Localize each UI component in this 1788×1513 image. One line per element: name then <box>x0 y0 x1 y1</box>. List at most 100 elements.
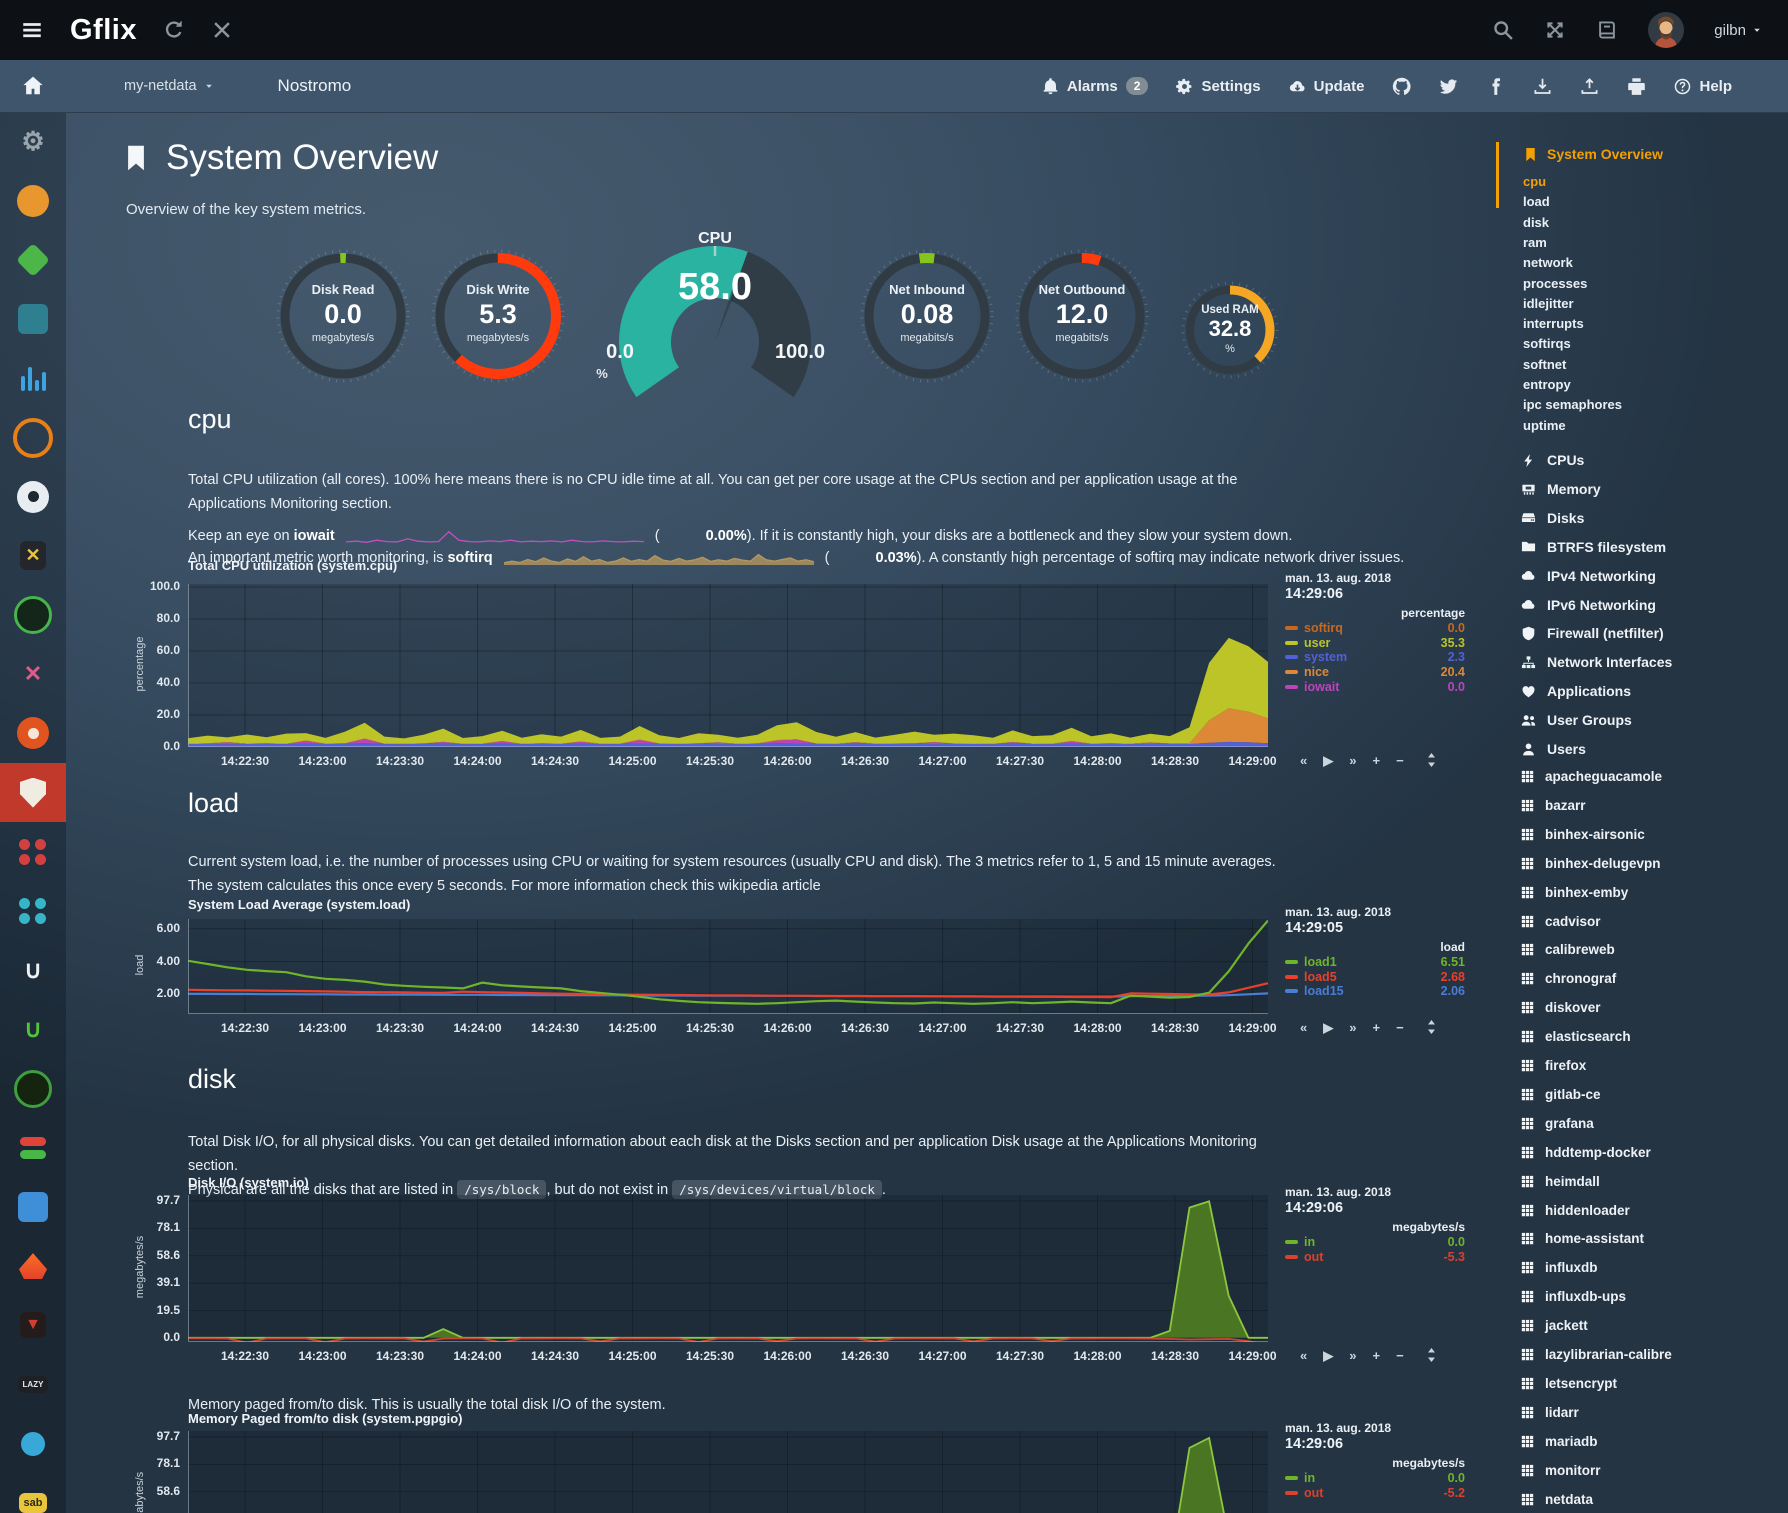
menu-app-gitlab-ce[interactable]: gitlab-ce <box>1521 1087 1601 1102</box>
menu-app-hddtemp-docker[interactable]: hddtemp-docker <box>1521 1145 1651 1160</box>
menu-app-apacheguacamole[interactable]: apacheguacamole <box>1521 769 1662 784</box>
app-blue-tile-icon[interactable] <box>0 1177 66 1236</box>
play-button[interactable]: ▶ <box>1323 754 1333 768</box>
refresh-icon[interactable] <box>163 19 185 41</box>
legend-entry-out[interactable]: out-5.3 <box>1285 1250 1465 1265</box>
menu-section-user-groups[interactable]: User Groups <box>1521 712 1632 728</box>
zoom-in-button[interactable]: + <box>1372 1349 1380 1363</box>
facebook-icon[interactable] <box>1486 77 1505 96</box>
menu-section-network-interfaces[interactable]: Network Interfaces <box>1521 654 1672 670</box>
app-white-u-icon[interactable]: ∪ <box>0 941 66 1000</box>
menu-app-home-assistant[interactable]: home-assistant <box>1521 1231 1644 1246</box>
twitter-icon[interactable] <box>1439 77 1458 96</box>
zoom-out-button[interactable]: − <box>1396 1021 1404 1035</box>
pgpgio-chart-plot[interactable] <box>188 1431 1268 1513</box>
app-teal-box-icon[interactable] <box>0 290 66 349</box>
play-button[interactable]: ▶ <box>1323 1021 1333 1035</box>
menu-app-jackett[interactable]: jackett <box>1521 1318 1588 1333</box>
app-lazy-badge-icon[interactable]: LAZY <box>0 1355 66 1414</box>
menu-app-lidarr[interactable]: lidarr <box>1521 1405 1579 1420</box>
legend-entry-out[interactable]: out-5.2 <box>1285 1486 1465 1501</box>
menu-app-diskover[interactable]: diskover <box>1521 1000 1601 1015</box>
app-pink-x-icon[interactable]: ✕ <box>0 645 66 704</box>
legend-entry-in[interactable]: in0.0 <box>1285 1235 1465 1250</box>
legend-entry-load15[interactable]: load152.06 <box>1285 984 1465 999</box>
help-button[interactable]: Help <box>1674 78 1732 95</box>
menu-app-mariadb[interactable]: mariadb <box>1521 1434 1598 1449</box>
hamburger-icon[interactable] <box>20 20 44 40</box>
alarms-button[interactable]: Alarms2 <box>1042 77 1149 95</box>
legend-entry-system[interactable]: system2.3 <box>1285 650 1465 665</box>
gauge-disk-read[interactable]: Disk Read0.0megabytes/s <box>263 236 423 396</box>
legend-entry-in[interactable]: in0.0 <box>1285 1471 1465 1486</box>
home-icon[interactable] <box>22 75 44 97</box>
legend-entry-iowait[interactable]: iowait0.0 <box>1285 679 1465 694</box>
menu-app-firefox[interactable]: firefox <box>1521 1058 1586 1073</box>
skip-forward-button[interactable]: » <box>1349 754 1356 768</box>
skip-back-button[interactable]: « <box>1300 1021 1307 1035</box>
gauge-net-inbound[interactable]: Net Inbound0.08megabits/s <box>847 236 1007 396</box>
gauge-used-ram[interactable]: Used RAM32.8% <box>1170 270 1290 390</box>
chart-resize-handle[interactable] <box>1427 753 1436 772</box>
zoom-out-button[interactable]: − <box>1396 754 1404 768</box>
app-orange-circle-icon[interactable] <box>0 171 66 230</box>
app-red-dots-icon[interactable] <box>0 822 66 881</box>
app-teal-dots-icon[interactable] <box>0 881 66 940</box>
menu-app-cadvisor[interactable]: cadvisor <box>1521 914 1601 929</box>
app-pills-icon[interactable] <box>0 1118 66 1177</box>
app-green-u-icon[interactable]: ∪ <box>0 1000 66 1059</box>
menu-app-binhex-emby[interactable]: binhex-emby <box>1521 885 1628 900</box>
zoom-in-button[interactable]: + <box>1372 1021 1380 1035</box>
skip-back-button[interactable]: « <box>1300 754 1307 768</box>
skip-back-button[interactable]: « <box>1300 1349 1307 1363</box>
legend-entry-nice[interactable]: nice20.4 <box>1285 665 1465 680</box>
menu-item-interrupts[interactable]: interrupts <box>1523 316 1584 331</box>
menu-app-monitorr[interactable]: monitorr <box>1521 1463 1601 1478</box>
menu-item-idlejitter[interactable]: idlejitter <box>1523 296 1574 311</box>
gauge-disk-write[interactable]: Disk Write5.3megabytes/s <box>418 236 578 396</box>
menu-app-influxdb-ups[interactable]: influxdb-ups <box>1521 1289 1626 1304</box>
menu-section-firewall-netfilter-[interactable]: Firewall (netfilter) <box>1521 625 1664 641</box>
legend-entry-user[interactable]: user35.3 <box>1285 636 1465 651</box>
menu-item-load[interactable]: load <box>1523 194 1550 209</box>
menu-item-entropy[interactable]: entropy <box>1523 377 1571 392</box>
chart-resize-handle[interactable] <box>1427 1020 1436 1039</box>
app-light-circle-icon[interactable] <box>0 467 66 526</box>
menu-app-lazylibrarian-calibre[interactable]: lazylibrarian-calibre <box>1521 1347 1672 1362</box>
menu-section-ipv6-networking[interactable]: IPv6 Networking <box>1521 597 1656 613</box>
app-blue-bars-icon[interactable] <box>0 349 66 408</box>
menu-app-calibreweb[interactable]: calibreweb <box>1521 942 1615 957</box>
changelog-icon[interactable] <box>1596 19 1618 41</box>
chart-resize-handle[interactable] <box>1427 1348 1436 1367</box>
skip-forward-button[interactable]: » <box>1349 1349 1356 1363</box>
skip-forward-button[interactable]: » <box>1349 1021 1356 1035</box>
menu-item-ram[interactable]: ram <box>1523 235 1547 250</box>
update-button[interactable]: Update <box>1289 78 1365 95</box>
menu-section-btrfs-filesystem[interactable]: BTRFS filesystem <box>1521 539 1666 555</box>
menu-app-binhex-delugevpn[interactable]: binhex-delugevpn <box>1521 856 1661 871</box>
load-chart-plot[interactable] <box>188 919 1268 1014</box>
app-blue-drop-icon[interactable] <box>0 1414 66 1473</box>
app-yellow-x-icon[interactable]: ✕ <box>0 526 66 585</box>
app-red-dot-circle-icon[interactable] <box>0 704 66 763</box>
menu-item-softirqs[interactable]: softirqs <box>1523 336 1571 351</box>
menu-section-ipv4-networking[interactable]: IPv4 Networking <box>1521 568 1656 584</box>
app-orange-ring-icon[interactable] <box>0 408 66 467</box>
app-green-ring-icon[interactable] <box>0 586 66 645</box>
menu-app-netdata[interactable]: netdata <box>1521 1492 1593 1507</box>
menu-app-grafana[interactable]: grafana <box>1521 1116 1594 1131</box>
wikipedia-link[interactable]: this wikipedia article <box>692 878 821 894</box>
play-button[interactable]: ▶ <box>1323 1349 1333 1363</box>
settings-gear-icon[interactable]: ⚙ <box>0 112 66 171</box>
app-red-shield-icon[interactable] <box>0 763 66 822</box>
menu-app-bazarr[interactable]: bazarr <box>1521 798 1586 813</box>
legend-entry-load5[interactable]: load52.68 <box>1285 970 1465 985</box>
close-icon[interactable] <box>211 19 233 41</box>
menu-section-memory[interactable]: Memory <box>1521 481 1601 497</box>
cpu-chart-plot[interactable] <box>188 584 1268 747</box>
github-icon[interactable] <box>1392 77 1411 96</box>
app-darkgreen-ring-icon[interactable] <box>0 1059 66 1118</box>
menu-app-elasticsearch[interactable]: elasticsearch <box>1521 1029 1631 1044</box>
menu-item-network[interactable]: network <box>1523 255 1573 270</box>
export-icon[interactable] <box>1580 77 1599 96</box>
